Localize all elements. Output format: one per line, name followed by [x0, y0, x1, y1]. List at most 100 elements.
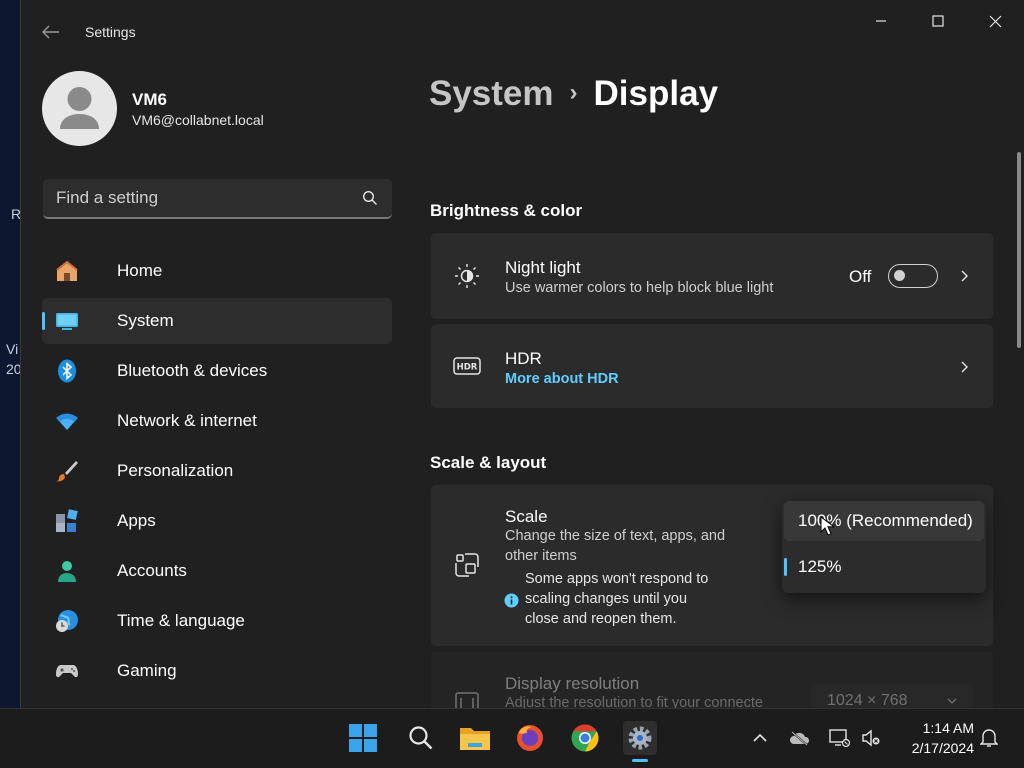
onedrive-tray-button[interactable]	[789, 727, 811, 749]
sidebar-item-apps[interactable]: Apps	[42, 498, 392, 544]
volume-tray-button[interactable]	[860, 727, 882, 749]
settings-icon	[628, 726, 652, 750]
gaming-icon	[56, 665, 78, 678]
user-icon	[60, 87, 99, 129]
night-light-toggle[interactable]	[888, 264, 938, 288]
info-icon	[504, 593, 519, 608]
toggle-state-label: Off	[849, 267, 872, 286]
brush-icon	[56, 461, 78, 482]
scale-note: close and reopen them.	[525, 611, 677, 627]
resolution-title: Display resolution	[505, 674, 640, 693]
sidebar-item-time-language[interactable]: Time & language	[42, 598, 392, 644]
chevron-down-icon	[947, 698, 957, 704]
apps-icon	[56, 509, 78, 532]
sidebar-item-label: System	[117, 311, 174, 330]
time-language-icon	[56, 610, 78, 632]
notifications-button[interactable]	[978, 727, 1000, 749]
cloud-offline-icon	[790, 731, 810, 746]
chrome-icon	[571, 724, 599, 752]
sidebar-item-label: Bluetooth & devices	[117, 361, 268, 380]
main-content: System › Display Brightness & color Night …	[429, 0, 999, 716]
search-input[interactable]	[43, 179, 353, 217]
scale-title: Scale	[505, 507, 548, 526]
scrollbar[interactable]	[1017, 152, 1021, 348]
clock-time: 1:14 AM	[922, 720, 974, 736]
volume-muted-icon	[862, 729, 880, 747]
accounts-icon	[58, 561, 76, 582]
night-light-title: Night light	[505, 258, 581, 277]
network-icon	[56, 413, 78, 430]
toggle-knob	[894, 270, 905, 281]
sidebar-item-system[interactable]: System	[42, 298, 392, 344]
back-arrow-icon	[42, 25, 59, 39]
chevron-right-icon	[961, 270, 968, 282]
file-explorer-button[interactable]	[458, 721, 492, 755]
sidebar-item-label: Personalization	[117, 461, 234, 480]
network-disconnected-icon	[829, 729, 851, 748]
chevron-up-icon	[753, 733, 767, 742]
chevron-right-icon	[961, 361, 968, 373]
settings-window: Settings VM6 VM6@collabnet.local Home Sy…	[20, 0, 1024, 716]
night-light-description: Use warmer colors to help block blue lig…	[505, 280, 774, 296]
scale-note: Some apps won't respond to	[525, 571, 709, 587]
sidebar-item-label: Network & internet	[117, 411, 257, 430]
sidebar-item-network[interactable]: Network & internet	[42, 398, 392, 444]
user-email: VM6@collabnet.local	[132, 112, 264, 128]
taskbar-search-button[interactable]	[404, 721, 438, 755]
sidebar-item-gaming[interactable]: Gaming	[42, 648, 392, 694]
home-icon	[56, 260, 78, 281]
hdr-icon: HDR	[453, 357, 481, 375]
scale-option-selected[interactable]: 125%	[784, 547, 984, 587]
bluetooth-icon	[58, 359, 76, 383]
sidebar-item-home[interactable]: Home	[42, 248, 392, 294]
search-icon	[409, 726, 433, 750]
sidebar-item-label: Time & language	[117, 611, 245, 630]
night-light-icon	[455, 264, 479, 288]
sidebar-nav: Home System Bluetooth & devices Network …	[42, 248, 392, 698]
settings-button[interactable]	[623, 721, 657, 755]
search-box[interactable]	[43, 179, 392, 219]
sidebar-item-label: Home	[117, 261, 163, 280]
start-icon	[349, 724, 377, 752]
scale-note: scaling changes until you	[525, 591, 688, 607]
start-button[interactable]	[346, 721, 380, 755]
sidebar-item-personalization[interactable]: Personalization	[42, 448, 392, 494]
system-clock[interactable]: 1:14 AM 2/17/2024	[896, 718, 974, 758]
back-button[interactable]	[39, 20, 63, 44]
scale-icon	[455, 553, 479, 577]
running-indicator	[632, 759, 648, 762]
svg-text:HDR: HDR	[457, 363, 478, 373]
show-hidden-icons-button[interactable]	[749, 727, 771, 749]
section-title: Brightness & color	[430, 201, 583, 220]
clock-date: 2/17/2024	[911, 740, 974, 756]
scale-option[interactable]: 100% (Recommended)	[784, 501, 984, 541]
search-icon[interactable]	[362, 190, 378, 206]
hdr-title: HDR	[505, 349, 542, 368]
firefox-button[interactable]	[513, 721, 547, 755]
app-title: Settings	[85, 24, 136, 40]
hdr-card[interactable]: HDR HDR More about HDR	[431, 324, 993, 408]
chrome-button[interactable]	[568, 721, 602, 755]
file-explorer-icon	[460, 728, 490, 750]
mouse-cursor-icon	[820, 516, 834, 536]
breadcrumb-parent[interactable]: System	[429, 74, 554, 113]
sidebar-item-label: Accounts	[117, 561, 187, 580]
user-name: VM6	[132, 90, 167, 109]
night-light-card[interactable]: Night light Use warmer colors to help bl…	[431, 233, 993, 319]
breadcrumb: System › Display	[429, 74, 718, 114]
scale-option-label: 125%	[798, 557, 842, 576]
scale-dropdown-menu[interactable]: 100% (Recommended) 125%	[782, 501, 986, 593]
section-title: Scale & layout	[430, 453, 547, 472]
selection-indicator	[42, 312, 45, 330]
sidebar-item-accounts[interactable]: Accounts	[42, 548, 392, 594]
scale-description: other items	[505, 548, 577, 564]
sidebar-item-bluetooth[interactable]: Bluetooth & devices	[42, 348, 392, 394]
desktop-text-fragment: Vi	[6, 341, 19, 357]
system-icon	[56, 313, 78, 330]
hdr-link[interactable]: More about HDR	[505, 371, 619, 387]
display-resolution-card: Display resolution Adjust the resolution…	[431, 652, 993, 716]
bell-icon	[980, 729, 998, 747]
network-tray-button[interactable]	[829, 727, 851, 749]
taskbar: 1:14 AM 2/17/2024	[0, 708, 1024, 768]
avatar[interactable]	[42, 71, 117, 146]
